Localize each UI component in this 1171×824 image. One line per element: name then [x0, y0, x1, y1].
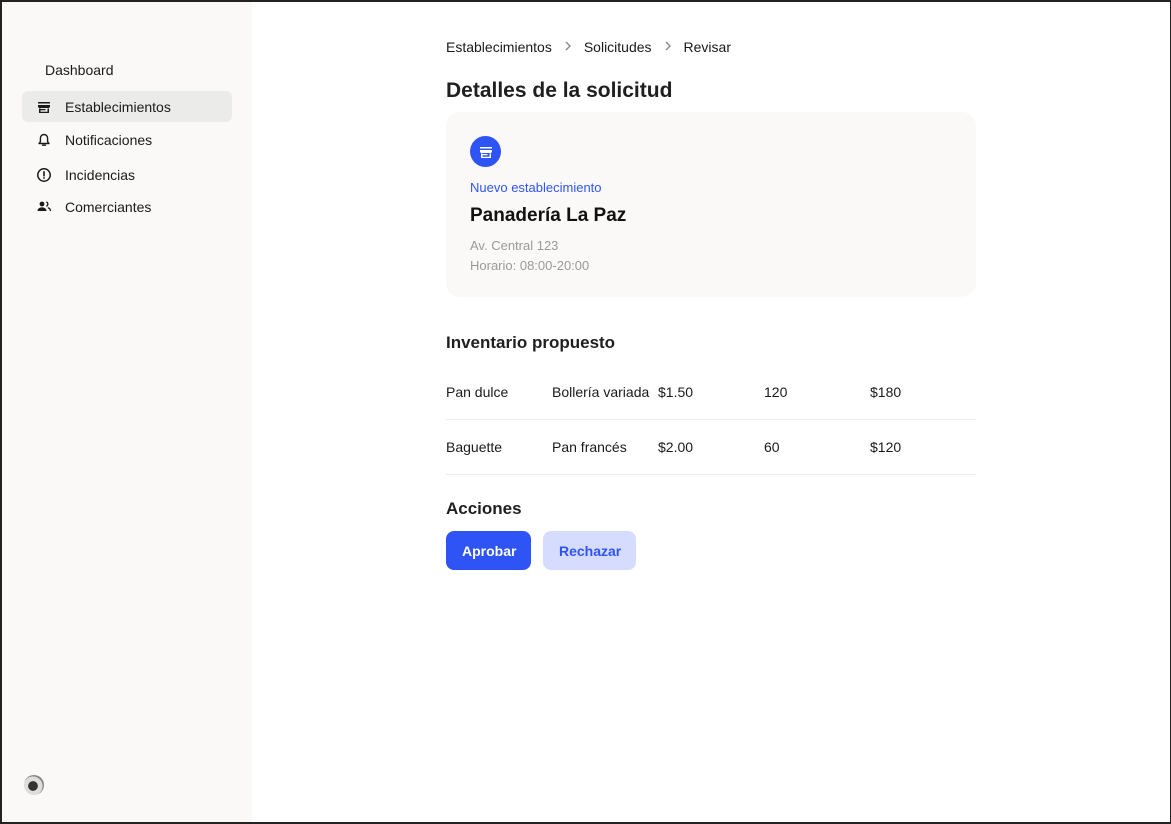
sidebar-item-label: Comerciantes: [65, 198, 152, 215]
breadcrumb-item-establecimientos[interactable]: Establecimientos: [446, 39, 552, 55]
actions-title: Acciones: [446, 499, 522, 518]
sidebar-item-incidencias[interactable]: Incidencias: [22, 159, 232, 190]
establishment-name: Panadería La Paz: [470, 205, 627, 226]
store-icon: [36, 99, 52, 115]
request-card: Nuevo establecimiento Panadería La Paz A…: [446, 112, 976, 297]
table-row: Baguette Pan francés $2.00 60 $120: [446, 420, 976, 475]
sidebar-item-label: Incidencias: [65, 166, 136, 183]
product-price: $1.50: [658, 384, 694, 400]
inventory-table: Pan dulce Bollería variada $1.50 120 $18…: [446, 365, 976, 475]
breadcrumb-item-solicitudes[interactable]: Solicitudes: [584, 39, 652, 55]
establishment-hours: Horario: 08:00-20:00: [470, 258, 590, 273]
store-icon: [470, 136, 501, 167]
product-quantity: 60: [764, 439, 780, 455]
sidebar-item-comerciantes[interactable]: Comerciantes: [22, 191, 232, 222]
sidebar: Dashboard Establecimientos Notificacione…: [2, 2, 252, 822]
users-icon: [36, 199, 52, 215]
sidebar-item-label: Notificaciones: [65, 131, 153, 148]
sidebar-dashboard-link[interactable]: Dashboard: [45, 62, 114, 78]
product-quantity: 120: [764, 384, 788, 400]
page-title: Detalles de la solicitud: [446, 79, 673, 102]
bell-icon: [36, 132, 52, 148]
avatar[interactable]: [24, 775, 44, 795]
chevron-right-icon: [664, 40, 672, 54]
product-total: $120: [870, 439, 902, 455]
sidebar-item-establecimientos[interactable]: Establecimientos: [22, 91, 232, 122]
approve-button[interactable]: Aprobar: [446, 531, 531, 570]
reject-button[interactable]: Rechazar: [543, 531, 636, 570]
sidebar-item-label: Establecimientos: [65, 98, 171, 115]
product-total: $180: [870, 384, 902, 400]
request-kind: Nuevo establecimiento: [470, 180, 602, 195]
product-name: Pan dulce: [446, 384, 509, 400]
sidebar-item-notificaciones[interactable]: Notificaciones: [22, 124, 232, 155]
breadcrumb-item-revisar: Revisar: [683, 39, 731, 55]
table-row: Pan dulce Bollería variada $1.50 120 $18…: [446, 365, 976, 420]
establishment-address: Av. Central 123: [470, 238, 559, 253]
inventory-title: Inventario propuesto: [446, 333, 616, 352]
product-name: Baguette: [446, 439, 503, 455]
chevron-right-icon: [564, 40, 572, 54]
actions-bar: Aprobar Rechazar: [446, 531, 636, 570]
breadcrumb: Establecimientos Solicitudes Revisar: [446, 39, 731, 55]
alert-circle-icon: [36, 167, 52, 183]
product-category: Bollería variada: [552, 384, 650, 400]
product-price: $2.00: [658, 439, 694, 455]
product-category: Pan francés: [552, 439, 627, 455]
